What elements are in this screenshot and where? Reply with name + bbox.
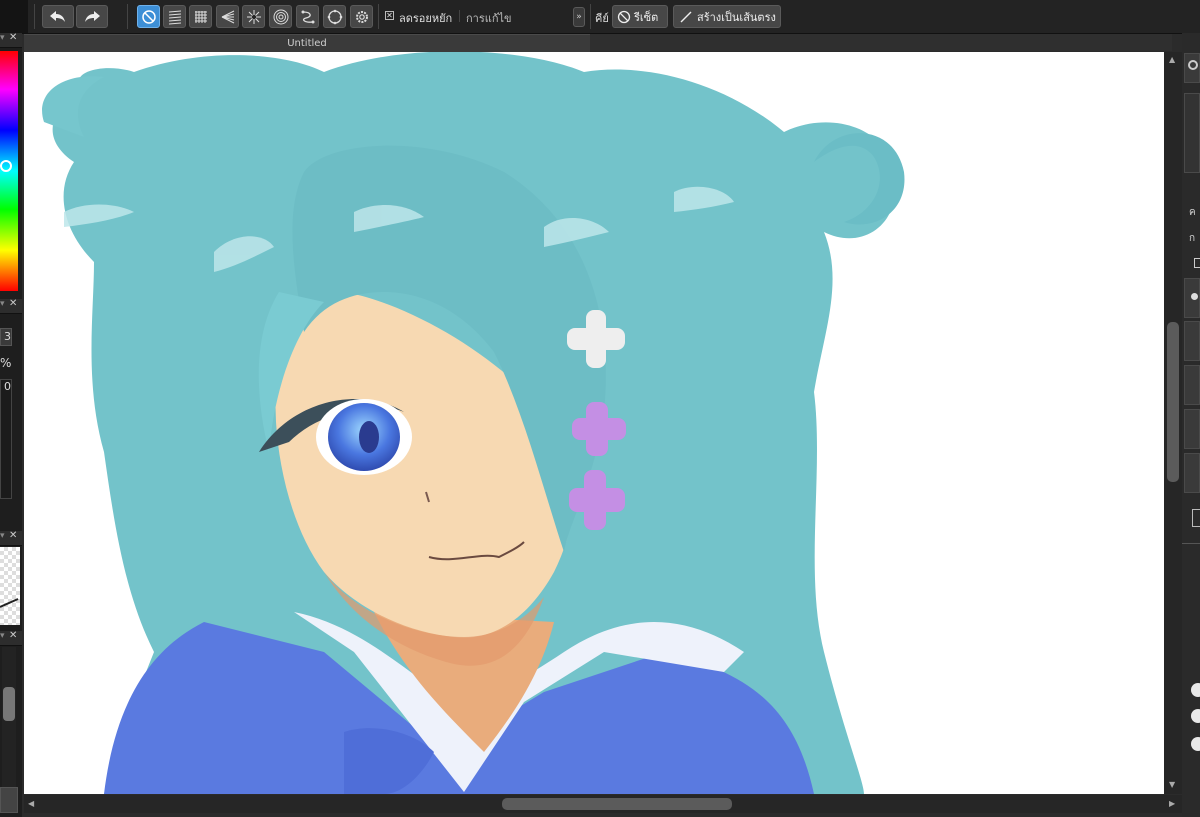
panel-toggle-button[interactable] [1192,509,1200,527]
right-side-panel: ค ก [1182,33,1200,817]
navigator-button[interactable] [1184,53,1200,83]
artwork [42,52,905,794]
document-tab[interactable]: Untitled [24,34,590,52]
layer-scroll-thumb[interactable] [3,687,15,721]
layer-button[interactable] [0,787,18,813]
redo-icon [83,10,101,24]
straight-line-button[interactable]: สร้างเป็นเส้นตรง [673,5,781,28]
scroll-down-icon[interactable]: ▼ [1169,780,1175,790]
pin-icon[interactable]: ▾ [0,33,5,43]
parallel-lines-icon [167,9,183,25]
color-panel-header: ▾ ✕ [0,32,22,48]
left-side-panel: ▾ ✕ ▾ ✕ 3 % 0 ▾ ✕ ▾ ✕ [0,32,22,817]
close-icon[interactable]: ✕ [9,630,17,641]
vertical-scroll-thumb[interactable] [1167,322,1179,482]
correction-label[interactable]: การแก้ไข [466,9,512,27]
perspective-icon [220,9,236,25]
pin-icon[interactable]: ▾ [0,531,5,541]
brush-preview [0,547,20,625]
navigator-preview [1184,93,1200,173]
pin-icon[interactable]: ▾ [0,631,5,641]
parallel-ruler-button[interactable] [163,5,186,28]
double-chevron-right-icon: » [576,12,582,22]
horizontal-scrollbar[interactable]: ◀ ▶ [24,795,1182,813]
top-toolbar: ✕ ลดรอยหยัก การแก้ไข » คีย์ รีเซ็ต สร้าง… [0,0,1200,34]
drawing-canvas[interactable] [24,52,1164,794]
property-row-3[interactable] [1184,365,1200,405]
close-icon[interactable]: ✕ [9,32,17,43]
layer-panel-header: ▾ ✕ [0,630,22,646]
no-ruler-button[interactable] [137,5,160,28]
no-entry-icon [617,10,631,24]
undo-button[interactable] [42,5,74,28]
grid-icon [193,9,209,25]
toolbar-separator [378,4,379,29]
property-row-5[interactable] [1184,453,1200,493]
toolbar-separator [34,4,35,29]
toolbar-separator [590,4,591,29]
preview-panel-header: ▾ ✕ [0,530,22,546]
property-label-1: ค [1189,207,1196,218]
reset-button-label: รีเซ็ต [634,10,659,24]
ellipse-icon [327,9,343,25]
label-divider [459,10,460,22]
slider-knob-1[interactable] [1191,683,1200,697]
eye-pupil [359,421,379,453]
undo-icon [49,10,67,24]
perspective-ruler-button[interactable] [216,5,239,28]
brush-value-field[interactable]: 0 [0,379,12,499]
line-icon [680,11,692,23]
close-icon[interactable]: ✕ [9,530,17,541]
concentric-ruler-button[interactable] [269,5,292,28]
gear-icon [354,9,370,25]
panel-divider [1182,543,1200,544]
redo-button[interactable] [76,5,108,28]
grid-ruler-button[interactable] [189,5,212,28]
vertical-scrollbar[interactable]: ▲ ▼ [1164,52,1182,794]
property-checkbox[interactable] [1194,258,1200,268]
radial-icon [246,9,262,25]
property-row-4[interactable] [1184,409,1200,449]
toolbar-separator [127,4,128,29]
antialias-label: ลดรอยหยัก [399,12,453,25]
eye-icon [1188,60,1198,70]
scroll-up-icon[interactable]: ▲ [1169,55,1175,65]
key-label: คีย์ [595,12,609,25]
brush-size-field[interactable]: 3 [0,328,12,346]
property-row-2[interactable] [1184,321,1200,361]
horizontal-scroll-thumb[interactable] [502,798,732,810]
hue-slider-handle[interactable] [0,160,12,172]
ellipse-ruler-button[interactable] [323,5,346,28]
property-row-1[interactable] [1184,278,1200,318]
property-label-2: ก [1189,233,1196,244]
scroll-left-icon[interactable]: ◀ [28,799,34,809]
pin-icon[interactable]: ▾ [0,299,5,309]
opacity-unit-label: % [0,356,12,370]
layer-list-scroll[interactable] [2,647,16,787]
scroll-right-icon[interactable]: ▶ [1169,799,1175,809]
radial-ruler-button[interactable] [242,5,265,28]
toolbar-overflow-button[interactable]: » [573,7,585,27]
slider-knob-2[interactable] [1191,709,1200,723]
straight-line-button-label: สร้างเป็นเส้นตรง [697,10,776,24]
toolbar-left-edge [0,0,28,33]
close-icon[interactable]: ✕ [9,298,17,309]
slider-knob-3[interactable] [1191,737,1200,751]
ruler-settings-button[interactable] [350,5,373,28]
no-ruler-icon [141,9,157,25]
document-title: Untitled [287,38,327,49]
tab-strip [590,34,1172,51]
curve-ruler-button[interactable] [296,5,319,28]
brush-panel-header: ▾ ✕ [0,298,22,314]
radio-dot-icon [1191,293,1198,300]
reset-button[interactable]: รีเซ็ต [612,5,668,28]
concentric-circles-icon [273,9,289,25]
curve-icon [300,9,316,25]
antialias-checkbox[interactable]: ✕ [385,11,394,20]
